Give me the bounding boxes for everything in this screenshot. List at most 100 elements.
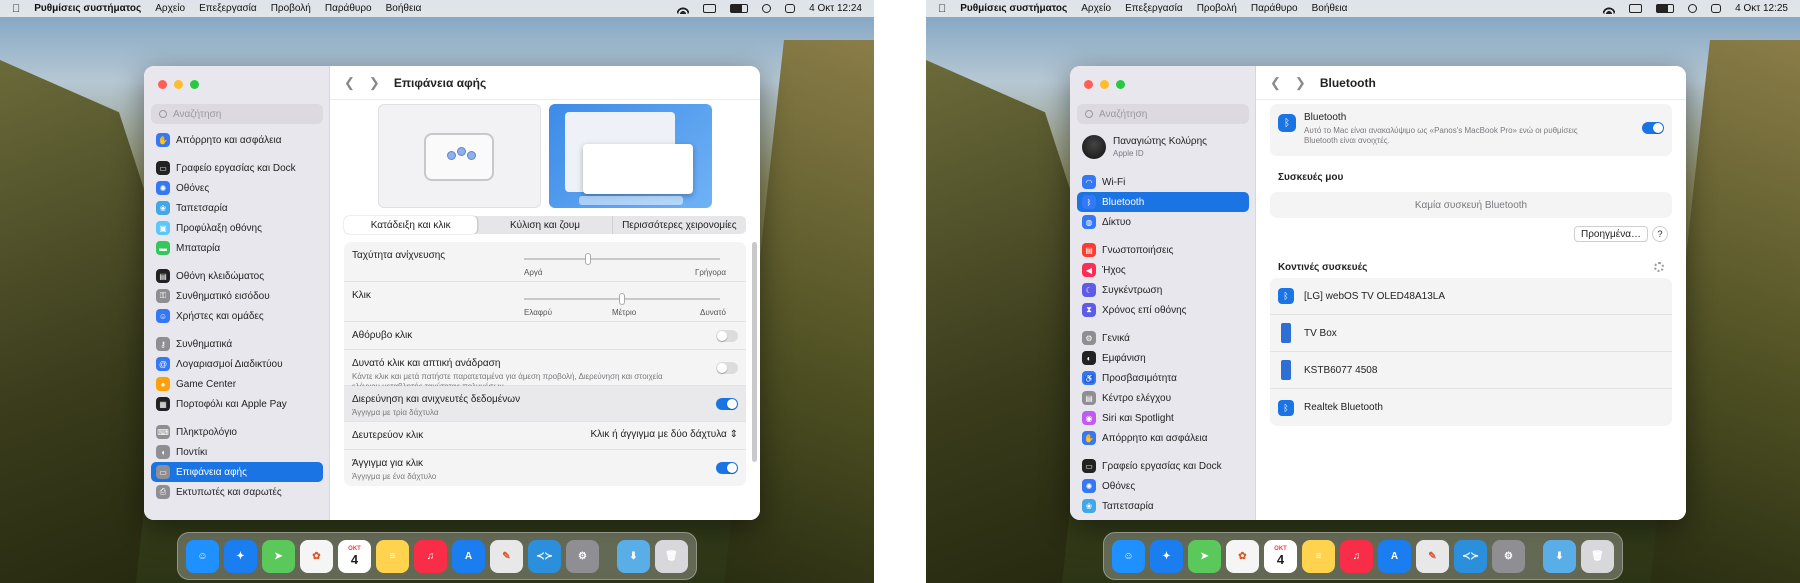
device-row[interactable]: ᛒ [LG] webOS TV OLED48A13LA: [1270, 278, 1672, 315]
secondary-click-popup[interactable]: Κλικ ή άγγιγμα με δύο δάχτυλα ⇕: [590, 429, 738, 440]
safari-icon[interactable]: ✦: [1150, 539, 1183, 573]
sidebar-item[interactable]: ⧗ Χρόνος επί οθόνης: [1077, 300, 1249, 320]
battery-icon[interactable]: [730, 4, 749, 13]
menu-file[interactable]: Αρχείο: [155, 3, 185, 14]
click-pressure-slider[interactable]: [524, 293, 720, 305]
zoom-button[interactable]: [190, 80, 199, 89]
sidebar-item[interactable]: ▬ Μπαταρία: [151, 238, 323, 258]
sidebar-item[interactable]: ✺ Οθόνες: [1077, 476, 1249, 496]
apple-menu-icon[interactable]: : [938, 3, 946, 15]
sidebar-item[interactable]: @ Λογαριασμοί Διαδικτύου: [151, 354, 323, 374]
tap-click-toggle[interactable]: [716, 462, 738, 474]
safari-icon[interactable]: ✦: [224, 539, 257, 573]
trash-icon[interactable]: 🗑: [1581, 539, 1614, 573]
maps-icon[interactable]: ➤: [262, 539, 295, 573]
sidebar-item[interactable]: ▤ Γνωστοποιήσεις: [1077, 240, 1249, 260]
sidebar-item[interactable]: ❀ Ταπετσαρία: [151, 198, 323, 218]
slider-knob[interactable]: [619, 293, 625, 305]
sidebar-item[interactable]: ▤ Κέντρο ελέγχου: [1077, 388, 1249, 408]
calendar-icon[interactable]: ΟΚΤ 4: [1264, 539, 1297, 573]
sidebar-item[interactable]: ❀ Ταπετσαρία: [1077, 496, 1249, 516]
search-input[interactable]: Αναζήτηση: [151, 104, 323, 124]
menu-app-name[interactable]: Ρυθμίσεις συστήματος: [960, 3, 1067, 14]
content-scrollbar[interactable]: [752, 242, 757, 462]
silent-click-toggle[interactable]: [716, 329, 738, 342]
zoom-button[interactable]: [1116, 80, 1125, 89]
menu-file[interactable]: Αρχείο: [1081, 3, 1111, 14]
help-button[interactable]: ?: [1652, 226, 1668, 242]
sidebar-item[interactable]: ▭ Επιφάνεια αφής: [151, 462, 323, 482]
camera-icon[interactable]: [703, 4, 717, 13]
pixelmator-icon[interactable]: ✎: [490, 539, 523, 573]
tracking-speed-slider[interactable]: [524, 253, 720, 265]
downloads-icon[interactable]: ⬇: [1543, 539, 1576, 573]
spotlight-icon[interactable]: [762, 4, 772, 13]
wifi-icon[interactable]: [677, 3, 690, 14]
app-store-icon[interactable]: A: [452, 539, 485, 573]
apple-id-profile[interactable]: Παναγιώτης Κολύρης Apple ID: [1077, 130, 1249, 164]
device-row[interactable]: TV Box: [1270, 315, 1672, 352]
sidebar-item[interactable]: ▣ Προφύλαξη οθόνης: [151, 218, 323, 238]
advanced-button[interactable]: Προηγμένα…: [1574, 226, 1649, 242]
sidebar-item[interactable]: ✋ Απόρρητο και ασφάλεια: [151, 130, 323, 150]
sidebar-item[interactable]: ✋ Απόρρητο και ασφάλεια: [1077, 428, 1249, 448]
sidebar-item[interactable]: ◉ Siri και Spotlight: [1077, 408, 1249, 428]
tab-scroll-zoom[interactable]: Κύλιση και ζουμ: [478, 216, 613, 234]
sidebar-item[interactable]: ♿ Προσβασιμότητα: [1077, 368, 1249, 388]
sidebar-item[interactable]: ◀ Ήχος: [1077, 260, 1249, 280]
minimize-button[interactable]: [174, 80, 183, 89]
control-center-icon[interactable]: [1711, 4, 1722, 13]
downloads-icon[interactable]: ⬇: [617, 539, 650, 573]
sidebar-item[interactable]: ● Game Center: [151, 374, 323, 394]
menu-app-name[interactable]: Ρυθμίσεις συστήματος: [34, 3, 141, 14]
calendar-icon[interactable]: ΟΚΤ 4: [338, 539, 371, 573]
sidebar-item[interactable]: ▤ Οθόνη κλειδώματος: [151, 266, 323, 286]
menu-window[interactable]: Παράθυρο: [1251, 3, 1298, 14]
close-button[interactable]: [158, 80, 167, 89]
system-settings-icon[interactable]: ⚙: [1492, 539, 1525, 573]
forward-arrow-icon[interactable]: ❯: [1295, 75, 1306, 91]
camera-icon[interactable]: [1629, 4, 1643, 13]
vscode-icon[interactable]: ≺≻: [528, 539, 561, 573]
sidebar-item[interactable]: ◍ Δίκτυο: [1077, 212, 1249, 232]
photos-icon[interactable]: ✿: [1226, 539, 1259, 573]
battery-icon[interactable]: [1656, 4, 1675, 13]
sidebar-item[interactable]: ▭ Γραφείο εργασίας και Dock: [151, 158, 323, 178]
menu-view[interactable]: Προβολή: [1197, 3, 1237, 14]
menu-clock[interactable]: 4 Οκτ 12:25: [1735, 3, 1788, 14]
music-icon[interactable]: ♫: [414, 539, 447, 573]
sidebar-item[interactable]: ⚷ Συνθηματικά: [151, 334, 323, 354]
control-center-icon[interactable]: [785, 4, 796, 13]
photos-icon[interactable]: ✿: [300, 539, 333, 573]
sidebar-item[interactable]: ◠ Wi-Fi: [1077, 172, 1249, 192]
sidebar-item[interactable]: ⌨ Πληκτρολόγιο: [151, 422, 323, 442]
sidebar-item[interactable]: ◐ Εμφάνιση: [1077, 348, 1249, 368]
force-click-toggle[interactable]: [716, 361, 738, 374]
music-icon[interactable]: ♫: [1340, 539, 1373, 573]
sidebar-item[interactable]: ☾ Συγκέντρωση: [1077, 280, 1249, 300]
menu-clock[interactable]: 4 Οκτ 12:24: [809, 3, 862, 14]
sidebar-item[interactable]: ⚙ Γενικά: [1077, 328, 1249, 348]
sidebar-item[interactable]: ▭ Γραφείο εργασίας και Dock: [1077, 456, 1249, 476]
minimize-button[interactable]: [1100, 80, 1109, 89]
tab-more-gestures[interactable]: Περισσότερες χειρονομίες: [613, 216, 746, 234]
sidebar-item[interactable]: ☺ Χρήστες και ομάδες: [151, 306, 323, 326]
bluetooth-toggle[interactable]: [1642, 122, 1664, 134]
sidebar-item[interactable]: ᛒ Bluetooth: [1077, 192, 1249, 212]
spotlight-icon[interactable]: [1688, 4, 1698, 13]
sidebar-item[interactable]: ⚿ Συνθηματικό εισόδου: [151, 286, 323, 306]
pixelmator-icon[interactable]: ✎: [1416, 539, 1449, 573]
menu-help[interactable]: Βοήθεια: [1312, 3, 1348, 14]
menu-help[interactable]: Βοήθεια: [386, 3, 422, 14]
sidebar-item[interactable]: ◖ Ποντίκι: [151, 442, 323, 462]
vscode-icon[interactable]: ≺≻: [1454, 539, 1487, 573]
menu-edit[interactable]: Επεξεργασία: [199, 3, 257, 14]
back-arrow-icon[interactable]: ❮: [344, 75, 355, 91]
sidebar-item[interactable]: ✺ Οθόνες: [151, 178, 323, 198]
maps-icon[interactable]: ➤: [1188, 539, 1221, 573]
menu-edit[interactable]: Επεξεργασία: [1125, 3, 1183, 14]
sidebar-item[interactable]: ▦ Πορτοφόλι και Apple Pay: [151, 394, 323, 414]
back-arrow-icon[interactable]: ❮: [1270, 75, 1281, 91]
apple-menu-icon[interactable]: : [12, 3, 20, 15]
menu-view[interactable]: Προβολή: [271, 3, 311, 14]
